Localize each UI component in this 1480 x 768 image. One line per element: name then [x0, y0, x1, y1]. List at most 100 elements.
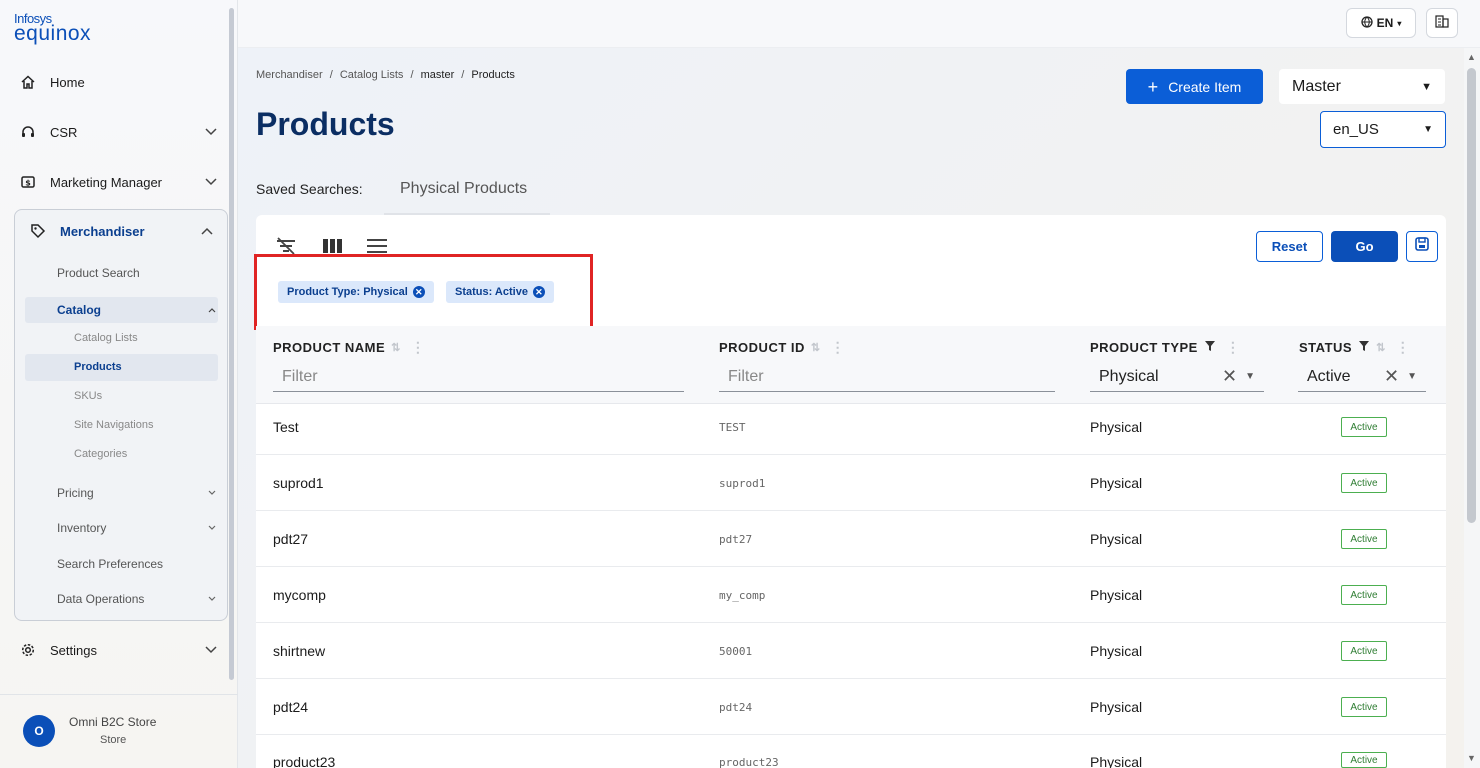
sidebar-item-csr[interactable]: CSR: [18, 122, 218, 142]
saved-search-tab[interactable]: Physical Products: [400, 180, 527, 198]
sidebar-item-catalog-lists[interactable]: Catalog Lists: [74, 332, 138, 344]
column-header-product-id[interactable]: PRODUCT ID ⇅ ⋮: [719, 339, 845, 356]
chevron-down-icon: [205, 486, 219, 500]
status-badge: Active: [1341, 641, 1387, 661]
page-title: Products: [256, 106, 395, 142]
sidebar-item-label: Settings: [50, 642, 97, 658]
locale-select[interactable]: en_US ▼: [1320, 111, 1446, 148]
status-filter-value: Active: [1307, 367, 1351, 385]
breadcrumb-separator: /: [410, 69, 414, 81]
status-filter[interactable]: Active ✕ ▼: [1298, 362, 1426, 392]
product-name-cell[interactable]: pdt24: [273, 699, 308, 715]
table-row[interactable]: [256, 511, 1446, 567]
sidebar-item-home[interactable]: Home: [18, 72, 218, 92]
save-search-button[interactable]: [1406, 231, 1438, 262]
product-name-cell[interactable]: shirtnew: [273, 643, 325, 659]
filter-controls: ✕ ▼: [1384, 366, 1417, 387]
sidebar-item-search-preferences[interactable]: Search Preferences: [57, 557, 219, 571]
clear-filter-icon[interactable]: [274, 236, 298, 256]
more-icon[interactable]: ⋮: [1396, 339, 1411, 356]
avatar: O: [23, 715, 55, 747]
filter-controls: ✕ ▼: [1222, 366, 1255, 387]
clear-icon[interactable]: ✕: [1222, 366, 1237, 387]
product-name-cell[interactable]: pdt27: [273, 531, 308, 547]
product-id-filter[interactable]: Filter: [719, 362, 1055, 392]
sidebar-item-merchandiser[interactable]: Merchandiser: [28, 221, 214, 241]
product-name-cell[interactable]: product23: [273, 754, 335, 768]
product-name-cell[interactable]: Test: [273, 419, 299, 435]
store-name: Omni B2C Store: [69, 715, 157, 729]
table-row[interactable]: [256, 567, 1446, 623]
sidebar-scrollbar[interactable]: [229, 8, 234, 680]
sidebar-item-label: Merchandiser: [60, 223, 145, 239]
breadcrumb-catalog-lists[interactable]: Catalog Lists: [340, 69, 404, 81]
sort-icon[interactable]: ⇅: [811, 341, 821, 354]
sort-icon[interactable]: ⇅: [1376, 341, 1386, 354]
clear-icon[interactable]: ✕: [1384, 366, 1399, 387]
create-item-label: Create Item: [1168, 78, 1242, 95]
sidebar-item-product-search[interactable]: Product Search: [57, 266, 219, 280]
product-name-cell[interactable]: suprod1: [273, 475, 324, 491]
table-row[interactable]: [256, 399, 1446, 455]
sidebar-item-marketing[interactable]: $ Marketing Manager: [18, 172, 218, 192]
scroll-down-icon[interactable]: ▼: [1467, 753, 1476, 763]
sidebar-item-pricing[interactable]: Pricing: [57, 486, 219, 500]
breadcrumb-merchandiser[interactable]: Merchandiser: [256, 69, 323, 81]
sidebar-item-label: CSR: [50, 124, 78, 140]
breadcrumb-master[interactable]: master: [421, 69, 455, 81]
filter-icon[interactable]: [1204, 340, 1216, 355]
more-icon[interactable]: ⋮: [1226, 339, 1241, 356]
create-item-button[interactable]: + Create Item: [1126, 69, 1263, 104]
column-header-product-type[interactable]: PRODUCT TYPE ⋮: [1090, 339, 1240, 356]
sidebar-item-label: Home: [50, 74, 85, 90]
table-row[interactable]: [256, 623, 1446, 679]
more-icon[interactable]: ⋮: [411, 339, 426, 356]
store-switcher[interactable]: O Omni B2C Store Store: [0, 694, 238, 768]
product-id-cell: suprod1: [719, 477, 766, 490]
saved-searches-label: Saved Searches:: [256, 181, 363, 197]
table-row[interactable]: [256, 455, 1446, 511]
sidebar-item-inventory[interactable]: Inventory: [57, 521, 219, 535]
sidebar-item-categories[interactable]: Categories: [74, 448, 127, 460]
caret-down-icon[interactable]: ▼: [1407, 371, 1417, 382]
sidebar-item-products[interactable]: Products: [74, 361, 122, 373]
globe-icon: [1361, 15, 1373, 31]
reset-button[interactable]: Reset: [1256, 231, 1323, 262]
more-icon[interactable]: ⋮: [831, 339, 846, 356]
columns-icon[interactable]: [320, 236, 344, 256]
sidebar-item-skus[interactable]: SKUs: [74, 390, 102, 402]
column-header-product-name[interactable]: PRODUCT NAME ⇅ ⋮: [273, 339, 425, 356]
product-name-cell[interactable]: mycomp: [273, 587, 326, 603]
sidebar-item-settings[interactable]: Settings: [18, 640, 218, 660]
product-type-filter[interactable]: Physical ✕ ▼: [1090, 362, 1264, 392]
caret-down-icon: ▼: [1421, 80, 1432, 93]
sidebar-item-label: Data Operations: [57, 592, 145, 606]
sidebar-item-site-navigations[interactable]: Site Navigations: [74, 419, 154, 431]
column-header-label: PRODUCT NAME: [273, 340, 386, 355]
sidebar-item-data-operations[interactable]: Data Operations: [57, 592, 219, 606]
column-header-status[interactable]: STATUS ⇅ ⋮: [1299, 339, 1410, 356]
language-button[interactable]: EN ▾: [1346, 8, 1416, 38]
filter-icon[interactable]: [1358, 340, 1370, 355]
density-icon[interactable]: [365, 236, 389, 256]
sort-icon[interactable]: ⇅: [391, 341, 401, 354]
scroll-up-icon[interactable]: ▲: [1467, 52, 1476, 62]
status-badge: Active: [1341, 752, 1387, 768]
table-row[interactable]: [256, 735, 1446, 768]
store-type: Store: [100, 734, 127, 746]
caret-down-icon[interactable]: ▼: [1245, 371, 1255, 382]
sidebar-item-label: Search Preferences: [57, 557, 164, 571]
sidebar-item-catalog[interactable]: Catalog: [57, 303, 219, 317]
breadcrumb-products: Products: [471, 69, 515, 81]
product-id-cell: my_comp: [719, 589, 766, 602]
go-button[interactable]: Go: [1331, 231, 1398, 262]
table-row[interactable]: [256, 679, 1446, 735]
home-icon: [18, 72, 38, 92]
page-scrollbar[interactable]: ▲ ▼: [1464, 48, 1480, 768]
scrollbar-thumb[interactable]: [1467, 68, 1476, 523]
brand-logo: Infosys equinox: [14, 12, 91, 44]
product-name-filter[interactable]: Filter: [273, 362, 684, 392]
calendar-button[interactable]: [1426, 8, 1458, 38]
status-badge: Active: [1341, 585, 1387, 605]
catalog-select[interactable]: Master ▼: [1279, 69, 1445, 104]
